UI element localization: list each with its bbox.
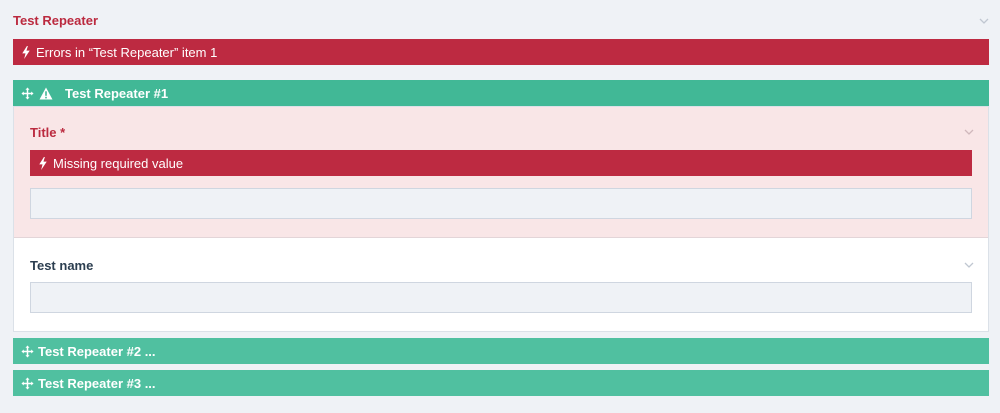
title-field-error-text: Missing required value [53,155,184,171]
warning-triangle-icon [39,87,53,99]
repeater-item-label-2: Test Repeater #2 ... [38,343,156,359]
repeater-item-header-3[interactable]: Test Repeater #3 ... [13,370,989,396]
test-name-field-label: Test name [30,258,94,273]
title-field: Title * Missing required value [14,107,988,238]
lightning-bolt-icon [22,45,30,59]
repeater-item-label-3: Test Repeater #3 ... [38,375,156,391]
error-summary-bar: Errors in “Test Repeater” item 1 [13,39,989,65]
title-field-label: Title * [30,125,66,140]
title-input[interactable] [30,188,972,219]
chevron-down-icon[interactable] [977,14,991,28]
title-field-error: Missing required value [30,150,972,176]
repeater-item-header-2[interactable]: Test Repeater #2 ... [13,338,989,364]
repeater-title: Test Repeater [13,13,99,28]
error-summary-text: Errors in “Test Repeater” item 1 [36,44,218,60]
lightning-bolt-icon [39,156,47,170]
repeater-item-label-1: Test Repeater #1 [65,85,169,101]
repeater-item-body-1: Title * Missing required value Test name [13,106,989,332]
chevron-down-icon[interactable] [962,125,976,139]
move-arrows-icon[interactable] [21,86,34,100]
test-name-field: Test name [14,238,988,331]
repeater-item-header-1[interactable]: Test Repeater #1 [13,80,989,106]
test-name-input[interactable] [30,282,972,313]
chevron-down-icon[interactable] [962,258,976,272]
move-arrows-icon[interactable] [21,344,34,358]
move-arrows-icon[interactable] [21,376,34,390]
